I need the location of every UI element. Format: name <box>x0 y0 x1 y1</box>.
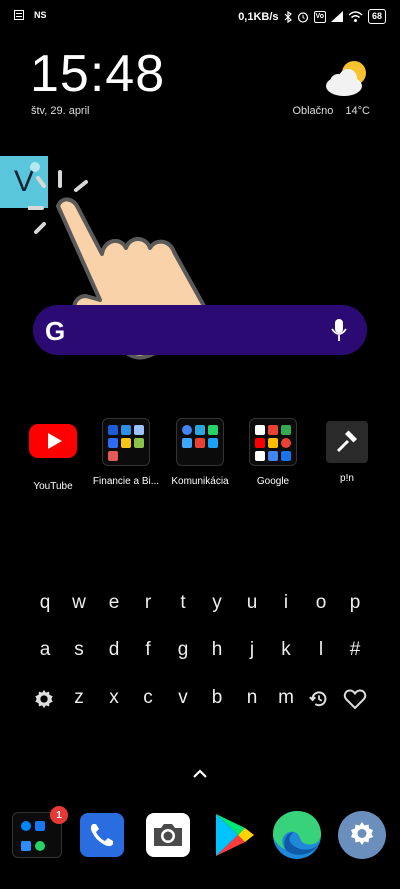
battery-indicator: 68 <box>367 9 386 24</box>
play-store-icon[interactable] <box>212 812 256 858</box>
key-q[interactable]: q <box>30 592 60 614</box>
camera-icon[interactable] <box>146 813 190 857</box>
app-label: Komunikácia <box>171 476 229 487</box>
notification-badge: NS <box>34 10 47 20</box>
edge-icon[interactable] <box>272 810 322 860</box>
key-m[interactable]: m <box>271 687 301 709</box>
key-c[interactable]: c <box>133 687 163 709</box>
app-label: p!n <box>340 473 354 484</box>
key-n[interactable]: n <box>237 687 267 709</box>
notification-count-badge: 1 <box>50 806 68 824</box>
key-p[interactable]: p <box>340 592 370 614</box>
wifi-icon <box>348 11 363 22</box>
bluetooth-icon <box>284 10 292 23</box>
app-label: Financie a Bi... <box>92 476 160 487</box>
clock-time[interactable]: 15:48 <box>30 46 165 102</box>
key-j[interactable]: j <box>237 639 267 661</box>
key-k[interactable]: k <box>271 639 301 661</box>
heart-icon[interactable] <box>343 688 367 710</box>
key-i[interactable]: i <box>271 592 301 614</box>
settings-gear-icon[interactable] <box>33 688 55 710</box>
microphone-icon[interactable] <box>331 318 347 342</box>
clock-date: štv, 29. april <box>31 105 90 117</box>
key-w[interactable]: w <box>64 592 94 614</box>
key-v[interactable]: v <box>168 687 198 709</box>
key-e[interactable]: e <box>99 592 129 614</box>
settings-icon[interactable] <box>338 811 386 859</box>
app-folder-komunikacia[interactable]: Komunikácia <box>160 418 240 487</box>
weather-temperature: 14°C <box>345 105 370 117</box>
key-r[interactable]: r <box>133 592 163 614</box>
folder-icon <box>176 418 224 466</box>
key-g[interactable]: g <box>168 639 198 661</box>
key-hash[interactable]: # <box>340 639 370 661</box>
key-f[interactable]: f <box>133 639 163 661</box>
key-u[interactable]: u <box>237 592 267 614</box>
volte-icon: Vo <box>313 10 326 23</box>
google-search-bar[interactable]: G <box>33 305 367 355</box>
key-y[interactable]: y <box>202 592 232 614</box>
key-s[interactable]: s <box>64 639 94 661</box>
history-icon[interactable] <box>308 688 330 710</box>
dock-messaging-folder[interactable]: 1 <box>12 806 68 858</box>
folder-icon <box>249 418 297 466</box>
key-h[interactable]: h <box>202 639 232 661</box>
app-pin[interactable]: p!n <box>307 418 387 484</box>
partly-cloudy-icon[interactable] <box>324 58 370 98</box>
app-folder-financie[interactable]: Financie a Bi... <box>86 418 166 487</box>
app-label: YouTube <box>33 481 73 492</box>
alarm-icon <box>297 11 308 23</box>
app-folder-google[interactable]: Google <box>233 418 313 487</box>
key-b[interactable]: b <box>202 687 232 709</box>
key-t[interactable]: t <box>168 592 198 614</box>
chevron-up-icon[interactable] <box>191 767 209 779</box>
folder-icon <box>102 418 150 466</box>
key-x[interactable]: x <box>99 687 129 709</box>
notification-icon <box>14 10 24 20</box>
key-a[interactable]: a <box>30 639 60 661</box>
app-youtube[interactable]: YouTube <box>13 418 93 492</box>
signal-icon <box>330 11 343 22</box>
key-d[interactable]: d <box>99 639 129 661</box>
weather-condition: Oblačno <box>292 105 334 117</box>
network-speed: 0,1KB/s <box>238 10 279 23</box>
key-z[interactable]: z <box>64 687 94 709</box>
app-label: Google <box>256 476 290 487</box>
key-l[interactable]: l <box>306 639 336 661</box>
key-o[interactable]: o <box>306 592 336 614</box>
pin-icon <box>326 421 368 463</box>
google-logo-icon: G <box>45 316 66 346</box>
phone-icon[interactable] <box>80 813 124 857</box>
status-bar: NS 0,1KB/s Vo 68 <box>0 0 400 32</box>
weather-info: Oblačno 14°C <box>292 105 370 117</box>
youtube-icon <box>29 424 77 458</box>
